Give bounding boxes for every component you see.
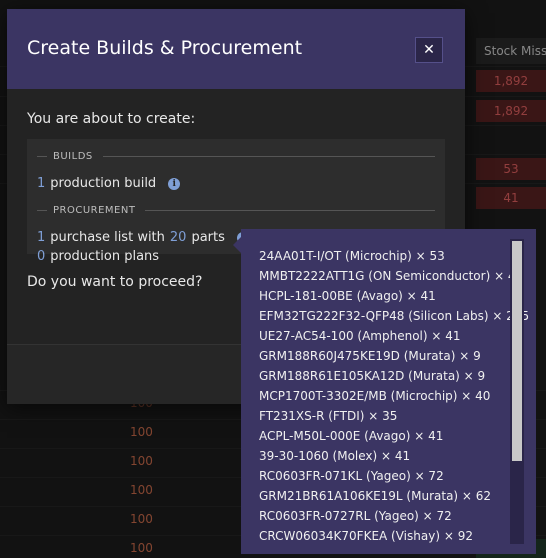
list-item: FT231XS-R (FTDI) × 35 <box>259 409 398 423</box>
close-icon: ✕ <box>423 42 435 58</box>
list-item: RC0603FR-071KL (Yageo) × 72 <box>259 469 444 483</box>
list-item: 39-30-1060 (Molex) × 41 <box>259 449 411 463</box>
list-item: GRM188R60J475KE19D (Murata) × 9 <box>259 349 481 363</box>
builds-line: 1 production build i <box>37 176 435 191</box>
plans-count: 0 <box>37 249 46 264</box>
list-item: RC0603FR-0727RL (Yageo) × 72 <box>259 509 452 523</box>
list-item: UE27-AC54-100 (Amphenol) × 41 <box>259 329 461 343</box>
list-item: HCPL-181-00BE (Avago) × 41 <box>259 289 436 303</box>
popover-arrow <box>233 237 241 253</box>
list-item: MCP1700T-3302E/MB (Microchip) × 40 <box>259 389 491 403</box>
parts-popover: 24AA01T-I/OT (Microchip) × 53 MMBT2222AT… <box>241 229 536 554</box>
plans-text: production plans <box>50 249 160 264</box>
modal-title: Create Builds & Procurement <box>27 37 303 59</box>
builds-section-label: BUILDS <box>37 151 435 162</box>
close-button[interactable]: ✕ <box>415 37 443 63</box>
list-item: MMBT2222ATT1G (ON Semiconductor) × 41 <box>259 269 524 283</box>
list-item: CRCW06034K70FKEA (Vishay) × 92 <box>259 529 473 543</box>
scrollbar-thumb[interactable] <box>512 241 522 461</box>
parts-list: 24AA01T-I/OT (Microchip) × 53 MMBT2222AT… <box>259 246 530 546</box>
list-item: 24AA01T-I/OT (Microchip) × 53 <box>259 249 445 263</box>
modal-header: Create Builds & Procurement ✕ <box>7 9 465 89</box>
parts-text: parts <box>191 230 225 245</box>
list-item: EFM32TG222F32-QFP48 (Silicon Labs) × 235 <box>259 309 530 323</box>
builds-count: 1 <box>37 176 46 191</box>
list-item: GRM188R61E105KA12D (Murata) × 9 <box>259 369 486 383</box>
purchase-text: purchase list with <box>50 230 165 245</box>
list-item: GRM21BR61A106KE19L (Murata) × 62 <box>259 489 492 503</box>
builds-text: production build <box>50 176 157 191</box>
parts-count: 20 <box>169 230 187 245</box>
purchase-count: 1 <box>37 230 46 245</box>
info-icon[interactable]: i <box>168 177 181 190</box>
procurement-section-label: PROCUREMENT <box>37 205 435 216</box>
list-item: ACPL-M50L-000E (Avago) × 41 <box>259 429 444 443</box>
intro-text: You are about to create: <box>27 111 196 127</box>
